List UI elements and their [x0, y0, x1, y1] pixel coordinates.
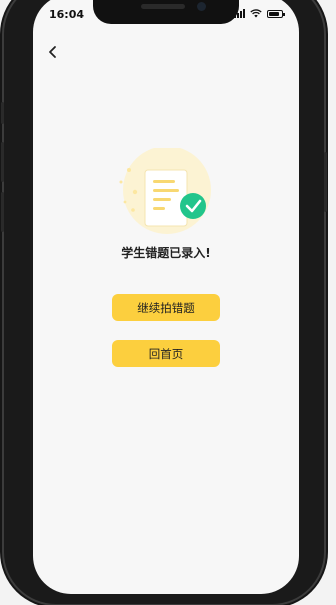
volume-up-button — [1, 142, 4, 182]
power-button — [324, 152, 327, 212]
mute-switch — [1, 102, 4, 124]
home-button[interactable]: 回首页 — [112, 340, 220, 367]
document-check-icon — [119, 148, 211, 234]
volume-down-button — [1, 192, 4, 232]
status-icons — [234, 9, 285, 18]
speaker — [141, 4, 185, 9]
success-message: 学生错题已录入! — [121, 246, 211, 260]
app-screen: 16:04 学生错题已录入! 继续拍错题 回首页 — [33, 0, 299, 594]
back-button[interactable] — [41, 40, 65, 64]
chevron-left-icon — [49, 46, 56, 58]
notch — [93, 0, 239, 24]
front-camera — [197, 2, 206, 11]
wifi-icon — [250, 9, 262, 18]
battery-icon — [267, 9, 285, 18]
status-time: 16:04 — [49, 8, 85, 21]
continue-capture-button[interactable]: 继续拍错题 — [112, 294, 220, 321]
